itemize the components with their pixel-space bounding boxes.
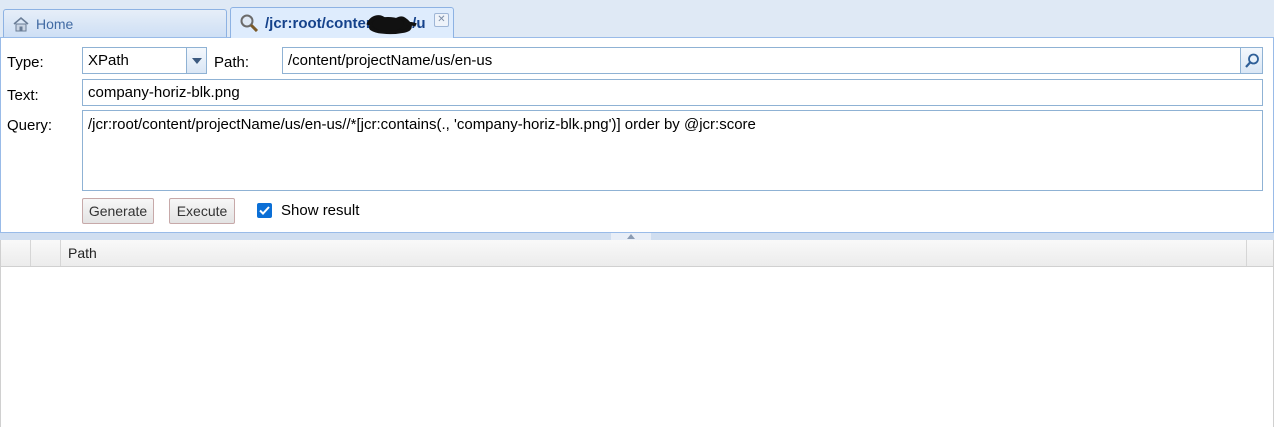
tab-bar: Home /jcr:root/content/ /u ✕ <box>0 0 1274 38</box>
grid-col-menu[interactable] <box>1247 240 1273 266</box>
search-icon <box>239 14 259 32</box>
path-input-value: /content/projectName/us/en-us <box>288 52 493 69</box>
show-result-label: Show result <box>281 202 360 219</box>
collapse-arrow-icon[interactable] <box>611 233 651 240</box>
panel-splitter[interactable] <box>0 232 1274 240</box>
browse-search-icon[interactable] <box>1240 48 1262 73</box>
execute-button[interactable]: Execute <box>169 198 235 224</box>
close-icon[interactable]: ✕ <box>434 13 449 27</box>
results-grid-header: Path <box>1 240 1273 267</box>
query-label: Query: <box>7 117 53 134</box>
query-form: Type: XPath Path: /content/projectName/u… <box>0 38 1274 232</box>
text-input-value: company-horiz-blk.png <box>88 84 240 101</box>
tab-home[interactable]: Home <box>3 9 227 37</box>
show-result-checkbox[interactable] <box>257 203 272 218</box>
query-textarea[interactable]: /jcr:root/content/projectName/us/en-us//… <box>82 110 1263 191</box>
grid-col-checker[interactable] <box>1 240 31 266</box>
path-label: Path: <box>214 54 250 71</box>
type-select[interactable]: XPath <box>82 47 207 74</box>
grid-col-number[interactable] <box>31 240 61 266</box>
type-label: Type: <box>7 54 44 71</box>
home-icon <box>12 16 30 32</box>
text-input[interactable]: company-horiz-blk.png <box>82 79 1263 106</box>
tab-home-label: Home <box>36 15 74 32</box>
text-label: Text: <box>7 87 39 104</box>
show-result-toggle[interactable]: Show result <box>257 202 359 219</box>
chevron-down-icon[interactable] <box>186 48 206 73</box>
generate-button[interactable]: Generate <box>82 198 154 224</box>
type-select-value: XPath <box>88 52 129 69</box>
path-input[interactable]: /content/projectName/us/en-us <box>282 47 1263 74</box>
redaction-scribble <box>366 15 417 35</box>
results-grid: Path <box>0 240 1274 427</box>
grid-col-path[interactable]: Path <box>61 240 1247 266</box>
crxde-query-window: Home /jcr:root/content/ /u ✕ Type: XPath <box>0 0 1274 427</box>
